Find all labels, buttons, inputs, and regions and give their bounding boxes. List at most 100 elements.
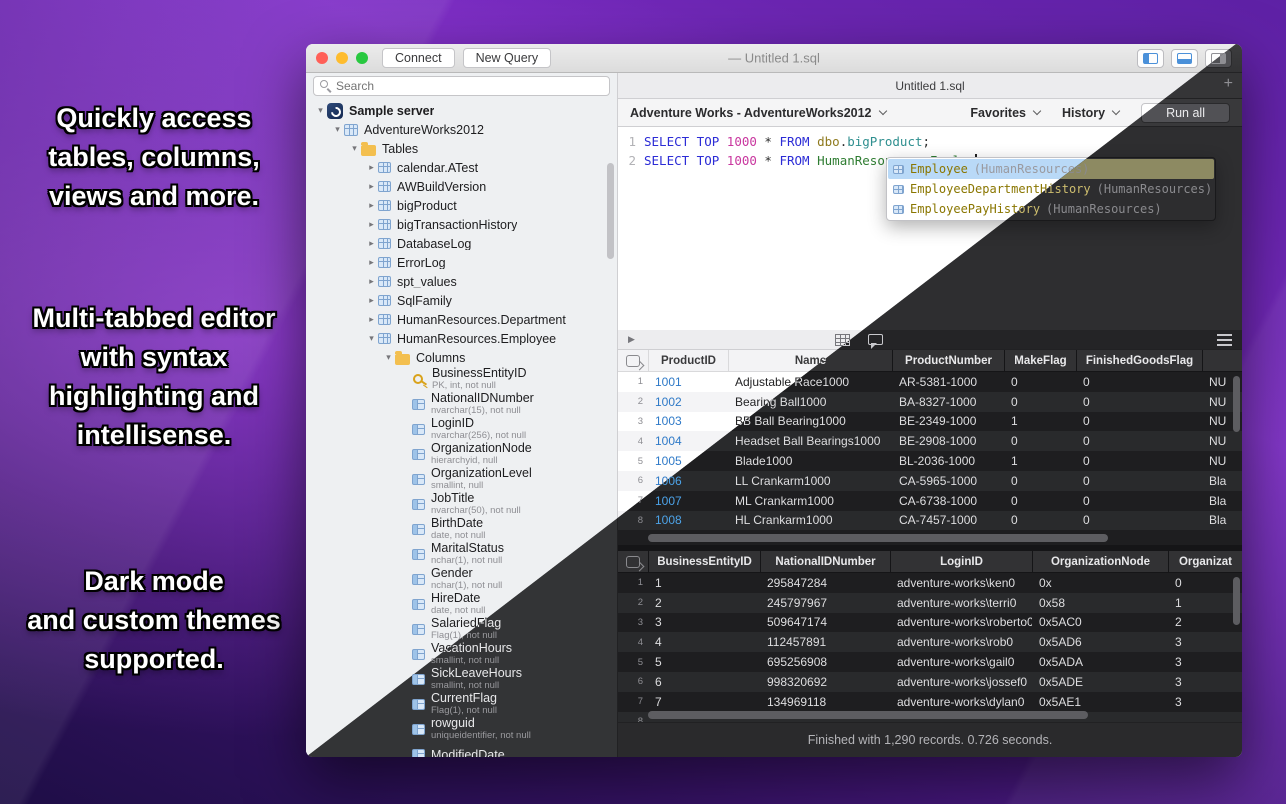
column-header-blank[interactable] (1202, 350, 1242, 371)
favorites-dropdown[interactable]: Favorites (970, 106, 1040, 120)
cell-loginid: adventure-works\dylan0 (890, 695, 1032, 709)
tree-item-humanresources-department[interactable]: ▸HumanResources.Department (306, 310, 617, 329)
column-header-makeflag[interactable]: MakeFlag (1004, 350, 1076, 371)
row-number: 6 (618, 676, 648, 687)
tree-item-sample-server[interactable]: ▾Sample server (306, 101, 617, 120)
column-header-productid[interactable]: ProductID (648, 350, 728, 371)
results-body: 11295847284adventure-works\ken00x0222457… (618, 573, 1242, 722)
row-number: 1 (618, 577, 648, 588)
cell-nationalidnumber: 695256908 (760, 655, 890, 669)
tab-untitled[interactable]: Untitled 1.sql (895, 79, 964, 93)
disclosure-triangle[interactable]: ▾ (331, 124, 344, 135)
tree-item-modifieddate[interactable]: ModifiedDate (306, 742, 617, 757)
col-icon (412, 724, 425, 735)
column-header-nationalidnumber[interactable]: NationalIDNumber (760, 551, 890, 572)
column-header-organizat[interactable]: Organizat (1168, 551, 1242, 572)
tree-item-humanresources-employee[interactable]: ▾HumanResources.Employee (306, 329, 617, 348)
tree-item-errorlog[interactable]: ▸ErrorLog (306, 253, 617, 272)
sidebar-scrollbar[interactable] (607, 163, 614, 259)
table-row[interactable]: 55695256908adventure-works\gail00x5ADA3 (618, 652, 1242, 672)
tree-item-loginid[interactable]: LoginIDnvarchar(256), not null (306, 417, 617, 442)
column-header-finishedgoodsflag[interactable]: FinishedGoodsFlag (1076, 350, 1202, 371)
export-icon[interactable] (626, 355, 640, 367)
column-header-loginid[interactable]: LoginID (890, 551, 1032, 572)
cell-productnumber: BA-8327-1000 (892, 395, 1004, 409)
add-tab-button[interactable]: + (1224, 75, 1233, 93)
cell-makeflag: 0 (1004, 395, 1076, 409)
minimize-button[interactable] (336, 52, 348, 64)
export-icon[interactable] (626, 556, 640, 568)
table-row[interactable]: 22245797967adventure-works\terri00x581 (618, 593, 1242, 613)
tree-item-birthdate[interactable]: BirthDatedate, not null (306, 517, 617, 542)
tree-item-tables[interactable]: ▾Tables (306, 139, 617, 158)
tree-item-organizationlevel[interactable]: OrganizationLevelsmallint, null (306, 467, 617, 492)
disclosure-triangle[interactable]: ▸ (365, 295, 378, 306)
tree-item-type: Flag(1), not null (431, 705, 497, 717)
tree-item-adventureworks2012[interactable]: ▾AdventureWorks2012 (306, 120, 617, 139)
disclosure-triangle[interactable]: ▸ (365, 200, 378, 211)
new-query-button[interactable]: New Query (463, 48, 552, 68)
tree-item-businessentityid[interactable]: BusinessEntityIDPK, int, not null (306, 367, 617, 392)
column-header-businessentityid[interactable]: BusinessEntityID (648, 551, 760, 572)
tree-item-awbuildversion[interactable]: ▸AWBuildVersion (306, 177, 617, 196)
disclosure-triangle[interactable]: ▸ (365, 219, 378, 230)
disclosure-triangle[interactable]: ▸ (365, 257, 378, 268)
table-row[interactable]: 44112457891adventure-works\rob00x5AD63 (618, 632, 1242, 652)
zoom-button[interactable] (356, 52, 368, 64)
connection-dropdown[interactable]: Adventure Works - AdventureWorks2012 (630, 106, 886, 120)
layout-bottom-panel-button[interactable] (1171, 49, 1198, 68)
table-icon (378, 333, 391, 344)
row-number: 8 (618, 515, 648, 526)
cell-productid: 1002 (648, 395, 728, 409)
table-row[interactable]: 33509647174adventure-works\roberto00x5AC… (618, 613, 1242, 633)
tree-item-bigproduct[interactable]: ▸bigProduct (306, 196, 617, 215)
vertical-scrollbar[interactable] (1233, 577, 1240, 625)
caption-dark-mode: Dark mode and custom themes supported. (0, 562, 308, 679)
disclosure-triangle[interactable]: ▸ (365, 181, 378, 192)
tree-item-bigtransactionhistory[interactable]: ▸bigTransactionHistory (306, 215, 617, 234)
tree-item-type: uniqueidentifier, not null (431, 730, 531, 742)
tree-item-columns[interactable]: ▾Columns (306, 348, 617, 367)
table-row[interactable]: 66998320692adventure-works\jossef00x5ADE… (618, 672, 1242, 692)
col-icon (412, 424, 425, 435)
table-row[interactable]: 61006LL Crankarm1000CA-5965-100000Bla (618, 471, 1242, 491)
vertical-scrollbar[interactable] (1233, 376, 1240, 432)
menu-icon[interactable] (1217, 339, 1232, 341)
tree-item-databaselog[interactable]: ▸DatabaseLog (306, 234, 617, 253)
disclosure-triangle[interactable]: ▸ (365, 314, 378, 325)
run-all-label: Run all (1166, 106, 1205, 120)
disclosure-triangle[interactable]: ▸ (365, 238, 378, 249)
disclosure-triangle[interactable]: ▾ (382, 352, 395, 363)
tree-item-organizationnode[interactable]: OrganizationNodehierarchyid, null (306, 442, 617, 467)
table-icon (893, 205, 904, 214)
tree-item-spt-values[interactable]: ▸spt_values (306, 272, 617, 291)
play-icon[interactable]: ▶ (628, 334, 635, 345)
horizontal-scrollbar[interactable] (648, 711, 1088, 719)
horizontal-scrollbar[interactable] (648, 534, 1108, 542)
table-row[interactable]: 11295847284adventure-works\ken00x0 (618, 573, 1242, 593)
column-header-productnumber[interactable]: ProductNumber (892, 350, 1004, 371)
table-row[interactable]: 71007ML Crankarm1000CA-6738-100000Bla (618, 491, 1242, 511)
messages-icon[interactable] (868, 334, 883, 345)
table-icon (893, 165, 904, 174)
disclosure-triangle[interactable]: ▾ (314, 105, 327, 116)
layout-left-panel-button[interactable] (1137, 49, 1164, 68)
tree-item-type: date, not null (431, 530, 485, 542)
connect-button[interactable]: Connect (382, 48, 455, 68)
table-row[interactable]: 81008HL Crankarm1000CA-7457-100000Bla (618, 511, 1242, 531)
history-dropdown[interactable]: History (1062, 106, 1119, 120)
tree-item-calendar-atest[interactable]: ▸calendar.ATest (306, 158, 617, 177)
column-header-organizationnode[interactable]: OrganizationNode (1032, 551, 1168, 572)
tree-item-jobtitle[interactable]: JobTitlenvarchar(50), not null (306, 492, 617, 517)
close-button[interactable] (316, 52, 328, 64)
table-row[interactable]: 51005Blade1000BL-2036-100010NU (618, 451, 1242, 471)
disclosure-triangle[interactable]: ▸ (365, 276, 378, 287)
cell-loginid: adventure-works\terri0 (890, 596, 1032, 610)
search-input[interactable] (313, 76, 610, 96)
tree-item-sqlfamily[interactable]: ▸SqlFamily (306, 291, 617, 310)
tree-item-nationalidnumber[interactable]: NationalIDNumbernvarchar(15), not null (306, 392, 617, 417)
disclosure-triangle[interactable]: ▸ (365, 162, 378, 173)
disclosure-triangle[interactable]: ▾ (348, 143, 361, 154)
table-row[interactable]: 77134969118adventure-works\dylan00x5AE13 (618, 692, 1242, 712)
disclosure-triangle[interactable]: ▾ (365, 333, 378, 344)
